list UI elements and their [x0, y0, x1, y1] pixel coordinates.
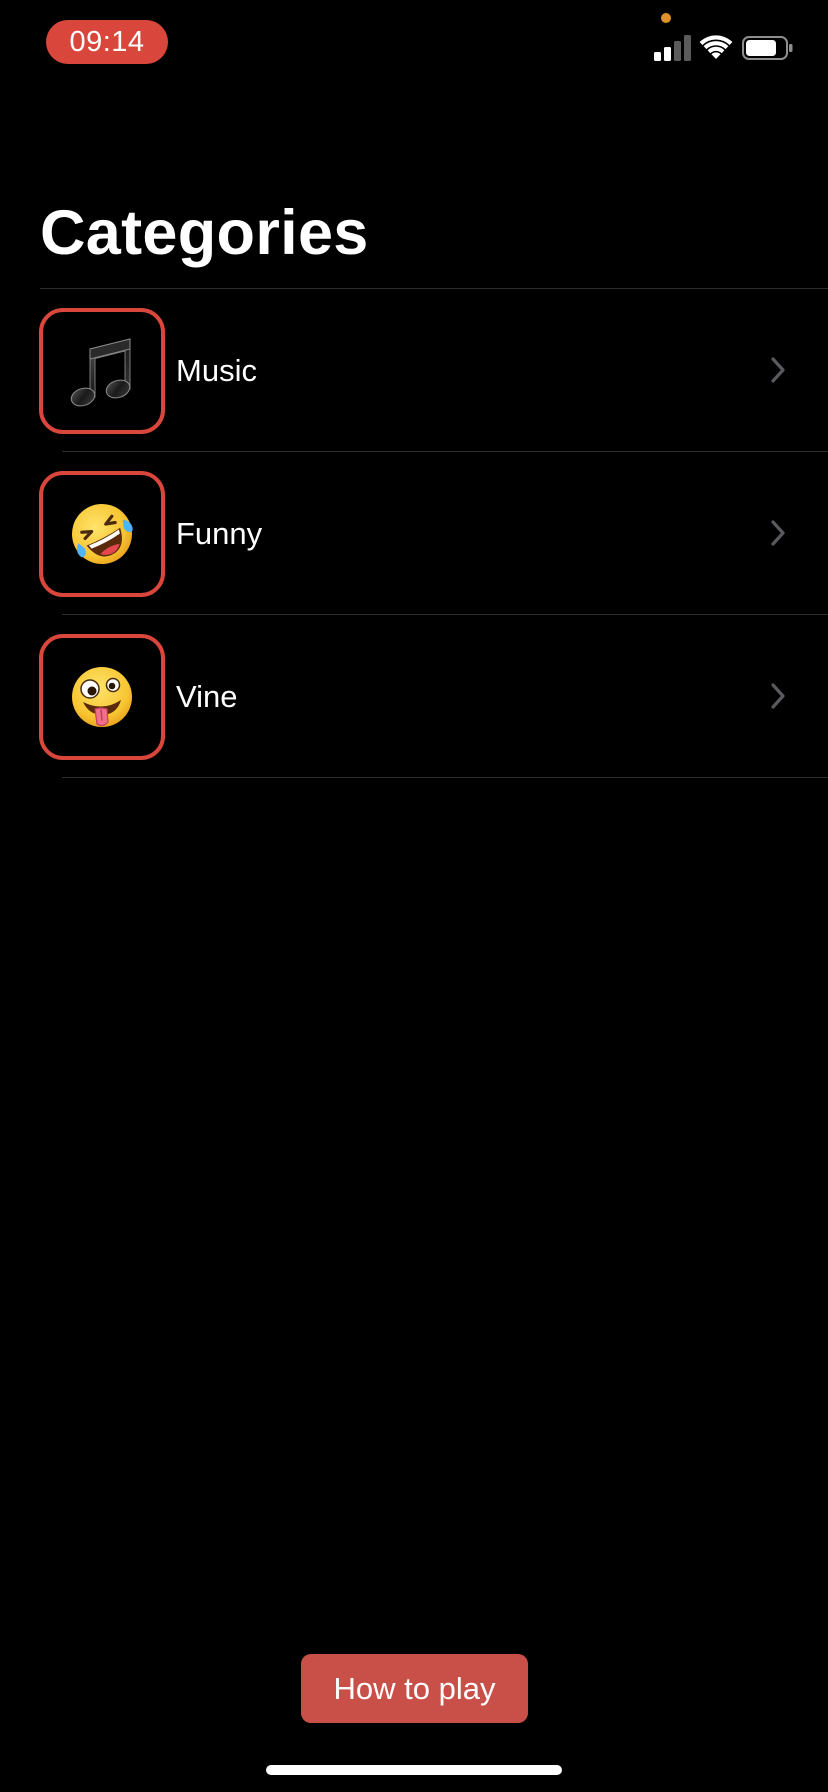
category-row-vine[interactable]: Vine	[0, 615, 828, 778]
wifi-icon	[699, 35, 733, 59]
privacy-indicator-dot	[661, 13, 671, 23]
chevron-right-icon	[771, 520, 785, 546]
category-label: Funny	[176, 516, 263, 551]
category-icon-frame	[39, 634, 165, 760]
chevron-right-icon	[771, 357, 785, 383]
how-to-play-button[interactable]: How to play	[301, 1654, 528, 1723]
status-time: 09:14	[46, 20, 168, 64]
rolling-laughing-emoji-icon	[72, 504, 133, 564]
music-note-icon	[70, 338, 131, 407]
category-icon-frame	[39, 308, 165, 434]
page-title: Categories	[40, 198, 369, 268]
chevron-right-icon	[771, 683, 785, 709]
home-indicator[interactable]	[266, 1765, 562, 1775]
battery-icon	[742, 36, 793, 60]
cellular-signal-icon	[654, 35, 691, 61]
category-row-funny[interactable]: Funny	[0, 452, 828, 615]
row-divider	[62, 777, 828, 778]
zany-face-emoji-icon	[72, 667, 132, 727]
category-row-music[interactable]: Music	[0, 289, 828, 452]
category-label: Music	[176, 353, 257, 388]
category-label: Vine	[176, 679, 238, 714]
category-icon-frame	[39, 471, 165, 597]
category-list: Music Funny Vine	[0, 289, 828, 778]
